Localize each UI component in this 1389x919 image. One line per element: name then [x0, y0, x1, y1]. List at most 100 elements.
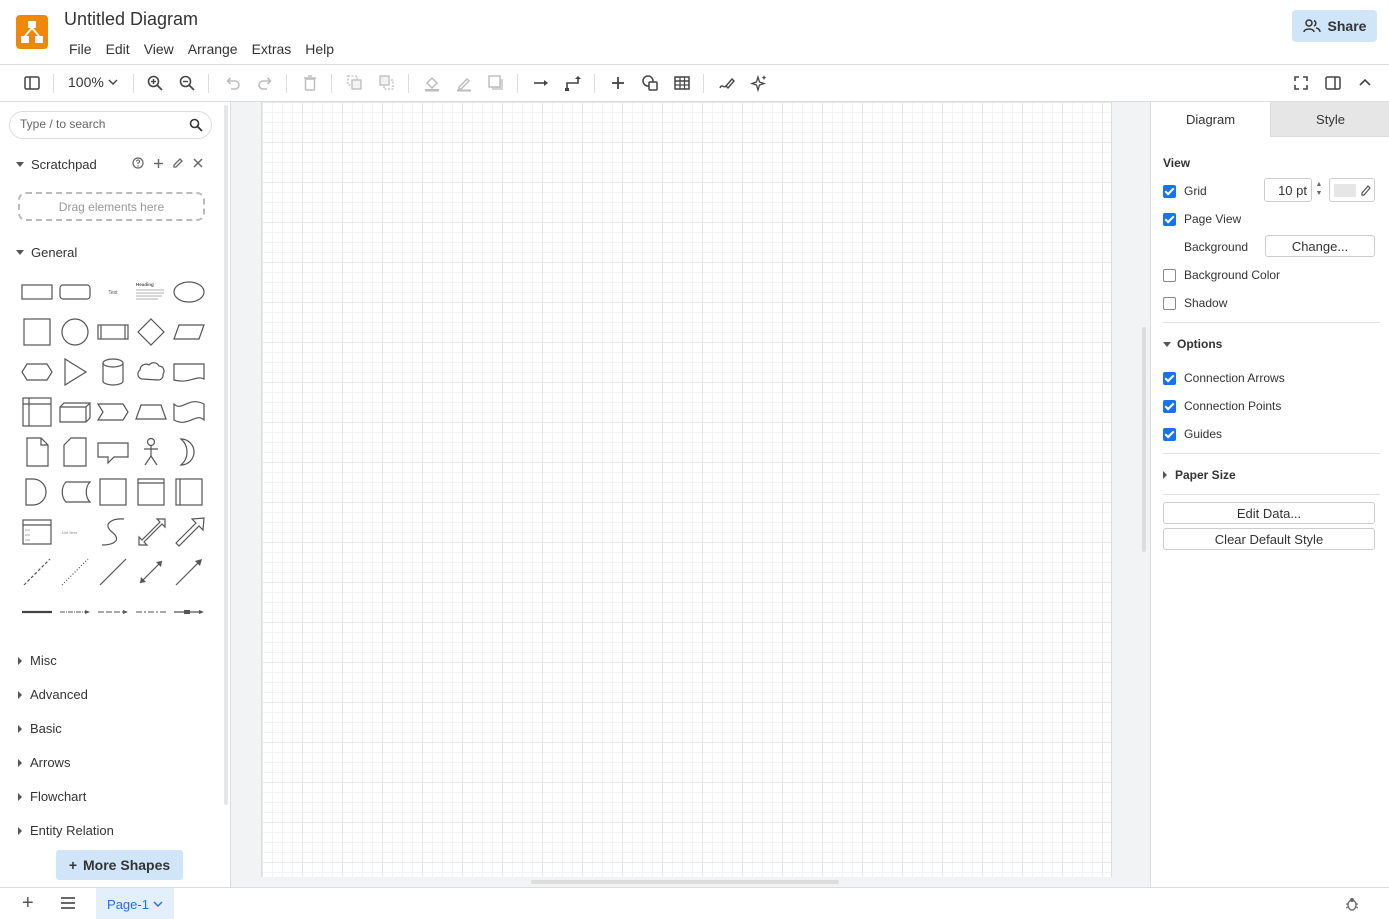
options-header[interactable]: Options — [1163, 337, 1222, 351]
diagram-title[interactable]: Untitled Diagram — [64, 9, 198, 30]
search-icon[interactable] — [189, 118, 203, 132]
shape-rounded-rectangle[interactable] — [56, 272, 94, 312]
scratchpad-header[interactable]: Scratchpad — [16, 157, 97, 172]
scratchpad-dropzone[interactable]: Drag elements here — [18, 192, 205, 221]
menu-arrange[interactable]: Arrange — [181, 39, 245, 59]
shape-heading-textbox[interactable]: Heading — [132, 272, 170, 312]
change-background-button[interactable]: Change... — [1265, 235, 1375, 257]
to-front-icon[interactable] — [344, 72, 366, 94]
line-color-icon[interactable] — [453, 72, 475, 94]
section-basic[interactable]: Basic — [16, 721, 62, 736]
connection-arrows-checkbox[interactable] — [1163, 371, 1176, 385]
connection-arrows-row[interactable]: Connection Arrows — [1163, 371, 1285, 385]
shape-triangle[interactable] — [56, 352, 94, 392]
shape-arrow[interactable] — [170, 512, 208, 552]
table-icon[interactable] — [671, 72, 693, 94]
section-arrows[interactable]: Arrows — [16, 755, 70, 770]
shape-cube[interactable] — [56, 392, 94, 432]
tab-style[interactable]: Style — [1270, 102, 1389, 137]
ai-generate-icon[interactable] — [748, 72, 770, 94]
to-back-icon[interactable] — [376, 72, 398, 94]
shape-callout[interactable] — [94, 432, 132, 472]
waypoints-icon[interactable] — [562, 72, 584, 94]
sidebar-toggle-icon[interactable] — [21, 72, 43, 94]
help-icon[interactable] — [131, 156, 145, 170]
shape-note[interactable] — [18, 432, 56, 472]
format-panel-icon[interactable] — [1322, 72, 1344, 94]
page-grid[interactable] — [261, 102, 1112, 877]
grid-color-picker[interactable] — [1329, 178, 1375, 202]
shape-thick-line[interactable] — [18, 592, 56, 632]
fill-color-icon[interactable] — [421, 72, 443, 94]
shape-rectangle[interactable] — [18, 272, 56, 312]
shapes-icon[interactable] — [639, 72, 661, 94]
shape-vertical-container[interactable] — [132, 472, 170, 512]
zoom-in-icon[interactable] — [144, 72, 166, 94]
guides-checkbox[interactable] — [1163, 427, 1176, 441]
connection-points-checkbox[interactable] — [1163, 399, 1176, 413]
menu-edit[interactable]: Edit — [99, 39, 137, 59]
app-logo[interactable] — [16, 15, 48, 49]
section-entity-relation[interactable]: Entity Relation — [16, 823, 114, 838]
shape-dashed-arrow[interactable] — [94, 592, 132, 632]
shape-link-arrow[interactable] — [56, 592, 94, 632]
shape-internal-storage[interactable] — [18, 392, 56, 432]
shape-association-arrow[interactable] — [170, 592, 208, 632]
grid-size-input[interactable] — [1264, 178, 1312, 202]
shadow-icon[interactable] — [485, 72, 507, 94]
shape-curve[interactable] — [94, 512, 132, 552]
background-color-checkbox[interactable] — [1163, 268, 1176, 282]
shape-text[interactable]: Text — [94, 272, 132, 312]
shape-document[interactable] — [170, 352, 208, 392]
more-shapes-button[interactable]: + More Shapes — [56, 850, 183, 880]
shape-process[interactable] — [94, 312, 132, 352]
connection-points-row[interactable]: Connection Points — [1163, 399, 1281, 413]
close-icon[interactable] — [191, 156, 205, 170]
page-view-checkbox[interactable] — [1163, 212, 1176, 226]
shape-horizontal-container[interactable] — [170, 472, 208, 512]
shape-line[interactable] — [94, 552, 132, 592]
shape-ellipse[interactable] — [170, 272, 208, 312]
section-flowchart[interactable]: Flowchart — [16, 789, 86, 804]
horizontal-scrollbar[interactable] — [531, 880, 839, 884]
shape-parallelogram[interactable] — [170, 312, 208, 352]
delete-icon[interactable] — [299, 72, 321, 94]
undo-icon[interactable] — [222, 72, 244, 94]
tab-diagram[interactable]: Diagram — [1151, 102, 1270, 137]
page-view-row[interactable]: Page View — [1163, 212, 1241, 226]
share-button[interactable]: Share — [1292, 10, 1377, 42]
zoom-out-icon[interactable] — [176, 72, 198, 94]
shadow-checkbox[interactable] — [1163, 296, 1176, 310]
add-icon[interactable] — [151, 156, 165, 170]
grid-checkbox[interactable] — [1163, 184, 1176, 198]
add-page-icon[interactable]: + — [22, 893, 34, 913]
shape-cloud[interactable] — [132, 352, 170, 392]
edit-icon[interactable] — [171, 156, 185, 170]
shape-cylinder[interactable] — [94, 352, 132, 392]
fullscreen-icon[interactable] — [1290, 72, 1312, 94]
connection-icon[interactable] — [530, 72, 552, 94]
pages-menu-icon[interactable] — [60, 897, 76, 909]
shape-data-storage[interactable] — [56, 472, 94, 512]
diagram-canvas[interactable] — [231, 102, 1150, 887]
shape-dotted-line[interactable] — [56, 552, 94, 592]
shape-diamond[interactable] — [132, 312, 170, 352]
vertical-scrollbar[interactable] — [1142, 327, 1146, 552]
zoom-dropdown[interactable]: 100% — [68, 74, 118, 90]
shape-actor[interactable] — [132, 432, 170, 472]
sidebar-scrollbar[interactable] — [224, 105, 228, 805]
shape-dashdot-arrow[interactable] — [132, 592, 170, 632]
guides-row[interactable]: Guides — [1163, 427, 1222, 441]
shape-step[interactable] — [94, 392, 132, 432]
section-misc[interactable]: Misc — [16, 653, 57, 668]
shape-trapezoid[interactable] — [132, 392, 170, 432]
redo-icon[interactable] — [254, 72, 276, 94]
menu-view[interactable]: View — [137, 39, 181, 59]
shape-or[interactable] — [170, 432, 208, 472]
shape-dashed-line[interactable] — [18, 552, 56, 592]
shape-bidirectional-arrow[interactable] — [132, 512, 170, 552]
shape-square[interactable] — [18, 312, 56, 352]
clear-default-style-button[interactable]: Clear Default Style — [1163, 528, 1375, 550]
menu-help[interactable]: Help — [298, 39, 341, 59]
section-advanced[interactable]: Advanced — [16, 687, 88, 702]
